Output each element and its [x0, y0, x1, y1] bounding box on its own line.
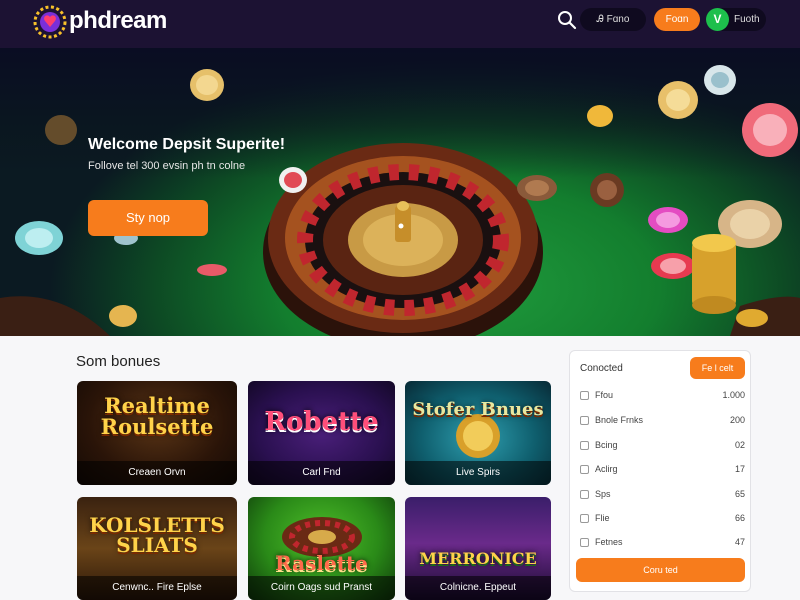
filter-row[interactable]: Aclirg 17 — [580, 461, 745, 479]
filter-label: Flie — [595, 513, 610, 523]
game-tile[interactable]: MERRONICE Colnicne. Eppeut — [405, 497, 551, 600]
checkbox[interactable] — [580, 514, 589, 523]
filter-count: 47 — [734, 537, 745, 547]
filter-count: 02 — [734, 440, 745, 450]
filter-count: 200 — [729, 415, 745, 425]
game-tile[interactable]: Robette Carl Fnd — [248, 381, 395, 485]
hero-subtitle: Follove tel 300 evsin ph tn colne — [88, 160, 246, 172]
top-nav: phdream Ꭿ Fɑno Foɑn V Fuoth — [0, 0, 800, 48]
game-title: Stofer Bnues — [412, 399, 544, 420]
filter-panel: Conocted Fe l celt Ffou 1.000 Bnole Frnk… — [569, 350, 751, 592]
table-rail-left — [0, 296, 110, 336]
game-tile[interactable]: Stofer Bnues Live Spirs — [405, 381, 551, 485]
checkbox[interactable] — [580, 465, 589, 474]
logo-icon[interactable] — [33, 5, 67, 39]
brand-name[interactable]: phdream — [69, 7, 167, 35]
filter-row[interactable]: Bcing 02 — [580, 437, 745, 455]
filter-label: Sps — [595, 489, 611, 499]
user-label: Fuoth — [734, 14, 760, 25]
checkbox[interactable] — [580, 391, 589, 400]
apply-filters-button[interactable]: Coru ted — [576, 558, 745, 582]
roulette-wheel-icon — [263, 143, 543, 336]
filter-label: Ffou — [595, 390, 614, 400]
filter-count: 65 — [734, 489, 745, 499]
filter-label: Bnole Frnks — [595, 415, 644, 425]
game-caption: Cenwnc.. Fire Eplse — [77, 576, 237, 600]
filter-count: 1.000 — [722, 390, 745, 400]
game-title: Realtime Roulsette — [100, 393, 214, 439]
section-title: Som bonues — [76, 353, 161, 370]
filter-count: 66 — [734, 513, 745, 523]
filter-count: 17 — [734, 464, 745, 474]
game-caption: Carl Fnd — [248, 461, 395, 485]
checkbox[interactable] — [580, 416, 589, 425]
checkbox[interactable] — [580, 441, 589, 450]
game-tile[interactable]: KOLSLETTS SLIATS Cenwnc.. Fire Eplse — [77, 497, 237, 600]
filter-label: Fetnes — [595, 537, 623, 547]
filter-row[interactable]: Fetnes 47 — [580, 534, 745, 552]
game-tile[interactable]: Realtime Roulsette Creaen Orvn — [77, 381, 237, 485]
search-icon[interactable] — [556, 9, 578, 31]
filter-row[interactable]: Bnole Frnks 200 — [580, 412, 745, 430]
filter-row[interactable]: Sps 65 — [580, 486, 745, 504]
filter-label: Bcing — [595, 440, 618, 450]
game-title: KOLSLETTS SLIATS — [89, 513, 225, 557]
game-tile[interactable]: Raslette Coirn Oags sud Pranst — [248, 497, 395, 600]
filter-row[interactable]: Ffou 1.000 — [580, 387, 745, 405]
avatar[interactable]: V — [706, 8, 729, 31]
game-caption: Colnicne. Eppeut — [405, 576, 551, 600]
login-button[interactable]: Ꭿ Fɑno — [580, 8, 646, 31]
game-caption: Coirn Oags sud Pranst — [248, 576, 395, 600]
checkbox[interactable] — [580, 490, 589, 499]
game-title: MERRONICE — [419, 549, 537, 568]
checkbox[interactable] — [580, 538, 589, 547]
filter-row[interactable]: Flie 66 — [580, 510, 745, 528]
game-caption: Creaen Orvn — [77, 461, 237, 485]
filter-label: Aclirg — [595, 464, 618, 474]
game-title: Robette — [264, 407, 379, 437]
register-button[interactable]: Foɑn — [654, 8, 700, 31]
panel-title: Conocted — [580, 363, 623, 374]
hero-title: Welcome Depsit Superite! — [88, 136, 286, 153]
select-all-button[interactable]: Fe l celt — [690, 357, 745, 379]
game-caption: Live Spirs — [405, 461, 551, 485]
user-menu[interactable]: V Fuoth — [706, 8, 766, 31]
game-title: Raslette — [275, 551, 368, 575]
hero-banner: Welcome Depsit Superite! Follove tel 300… — [0, 48, 800, 336]
hero-artwork — [0, 65, 800, 336]
hero-cta-button[interactable]: Sty nop — [88, 200, 208, 236]
